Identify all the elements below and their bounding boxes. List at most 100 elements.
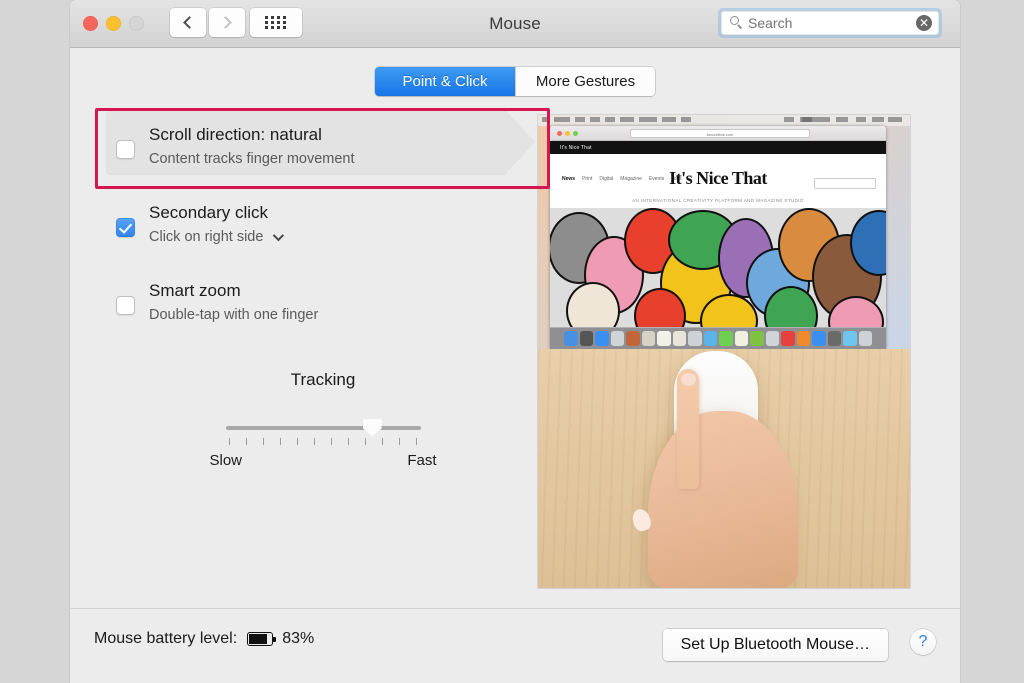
- desktop-background: Mouse ✕ Point & Click More Gestures Scro…: [0, 0, 1024, 683]
- search-field[interactable]: ✕: [721, 11, 939, 35]
- scroll-direction-checkbox[interactable]: [116, 140, 135, 159]
- menubar-item: [554, 117, 570, 122]
- scroll-direction-text: Scroll direction: natural Content tracks…: [149, 124, 355, 169]
- scroll-direction-row[interactable]: Scroll direction: natural Content tracks…: [106, 110, 534, 174]
- slider-max-label: Fast: [407, 452, 437, 469]
- slider-tick: [296, 438, 298, 445]
- dock-icon: [595, 331, 609, 346]
- secondary-click-popup[interactable]: Click on right side: [149, 227, 285, 247]
- slider-tick: [382, 438, 384, 445]
- smart-zoom-option[interactable]: Smart zoom Double-tap with one finger: [116, 280, 548, 325]
- slider-tick: [245, 438, 247, 445]
- search-field-focus-ring: ✕: [718, 8, 942, 38]
- safari-window: itsnicethat.com It's Nice That News Print…: [550, 126, 886, 349]
- screen-recording-top: itsnicethat.com It's Nice That News Print…: [538, 115, 910, 349]
- dock-icon: [579, 331, 593, 346]
- slider-track[interactable]: [225, 426, 421, 430]
- dock-icon: [672, 331, 686, 346]
- menubar-item: [639, 117, 657, 122]
- scroll-direction-option[interactable]: Scroll direction: natural Content tracks…: [116, 124, 355, 169]
- safari-url-field: itsnicethat.com: [630, 129, 810, 138]
- dock-icon: [688, 331, 702, 346]
- dock-icon: [734, 331, 748, 346]
- slider-tick: [399, 438, 401, 445]
- safari-zoom-dot: [573, 131, 578, 136]
- menubar-item: [662, 117, 676, 122]
- dock-icon: [657, 331, 671, 346]
- setup-bluetooth-mouse-button[interactable]: Set Up Bluetooth Mouse…: [662, 629, 888, 661]
- menubar-status-item: [784, 117, 794, 122]
- hand: [648, 411, 798, 588]
- hand-photo: [538, 349, 910, 588]
- dock-icon: [781, 331, 795, 346]
- tab-more-gestures[interactable]: More Gestures: [515, 67, 655, 96]
- dock-icon: [765, 331, 779, 346]
- dock-icon: [858, 331, 872, 346]
- secondary-click-option[interactable]: Secondary click Click on right side: [116, 202, 548, 247]
- tab-bar: Point & Click More Gestures: [375, 67, 655, 96]
- option-title: Scroll direction: natural: [149, 125, 322, 144]
- site-artwork: [550, 208, 886, 327]
- battery-icon: [247, 632, 276, 646]
- footer-divider: [70, 608, 960, 609]
- mac-dock: [550, 327, 886, 349]
- safari-min-dot: [565, 131, 570, 136]
- search-input[interactable]: [748, 15, 898, 31]
- menubar-item: [542, 117, 549, 122]
- row-arrow-point: [504, 110, 534, 174]
- gesture-preview-video[interactable]: itsnicethat.com It's Nice That News Print…: [538, 115, 910, 588]
- slider-end-labels: Slow Fast: [210, 452, 437, 469]
- slider-tick: [279, 438, 281, 445]
- menubar-status-item: [872, 117, 884, 122]
- tracking-slider[interactable]: Slow Fast: [210, 416, 437, 471]
- tracking-section: Tracking Slow Fast: [98, 370, 548, 471]
- safari-close-dot: [557, 131, 562, 136]
- slider-tick: [348, 438, 350, 445]
- slider-min-label: Slow: [209, 452, 243, 469]
- dock-icon: [719, 331, 733, 346]
- dock-icon: [796, 331, 810, 346]
- slider-tick: [228, 438, 230, 445]
- mac-menubar: [538, 115, 910, 126]
- battery-label: Mouse battery level:: [94, 630, 238, 647]
- site-tagline: AN INTERNATIONAL CREATIVITY PLATFORM AND…: [632, 198, 804, 203]
- site-header: News Print Digital Magazine Events Jobs It's …: [550, 154, 886, 210]
- menubar-item: [590, 117, 600, 122]
- system-preferences-window: Mouse ✕ Point & Click More Gestures Scro…: [70, 0, 960, 683]
- safari-toolbar: itsnicethat.com: [550, 126, 886, 141]
- secondary-click-checkbox[interactable]: [116, 218, 135, 237]
- dock-icon: [827, 331, 841, 346]
- menubar-status-item: [802, 117, 812, 122]
- chevron-down-icon[interactable]: [273, 229, 285, 242]
- slider-tick: [313, 438, 315, 445]
- menubar-item: [605, 117, 615, 122]
- slider-tick: [365, 438, 367, 445]
- smart-zoom-checkbox[interactable]: [116, 296, 135, 315]
- dock-icon: [610, 331, 624, 346]
- dock-icon: [843, 331, 857, 346]
- tab-point-and-click[interactable]: Point & Click: [375, 67, 515, 96]
- clear-search-icon[interactable]: ✕: [916, 15, 932, 31]
- menubar-item: [681, 117, 691, 122]
- tracking-title: Tracking: [290, 370, 356, 389]
- smart-zoom-text: Smart zoom Double-tap with one finger: [149, 280, 318, 325]
- option-subtitle: Double-tap with one finger: [149, 307, 319, 323]
- slider-thumb[interactable]: [362, 419, 382, 436]
- dock-icon: [564, 331, 578, 346]
- option-subtitle: Content tracks finger movement: [149, 151, 355, 167]
- dock-icon: [703, 331, 717, 346]
- site-topbar: It's Nice That: [550, 141, 886, 154]
- menubar-status-item: [888, 117, 902, 122]
- dock-icon: [641, 331, 655, 346]
- menubar-item: [620, 117, 634, 122]
- slider-tick: [416, 438, 418, 445]
- site-search-field: [814, 178, 876, 189]
- fingernail: [681, 373, 696, 386]
- window-titlebar: Mouse ✕: [70, 0, 960, 48]
- menubar-item: [575, 117, 585, 122]
- help-button[interactable]: ?: [910, 629, 936, 655]
- safari-url-text: itsnicethat.com: [706, 132, 734, 137]
- slider-ticks: [226, 438, 421, 445]
- menubar-status-item: [856, 117, 866, 122]
- dock-icon: [812, 331, 826, 346]
